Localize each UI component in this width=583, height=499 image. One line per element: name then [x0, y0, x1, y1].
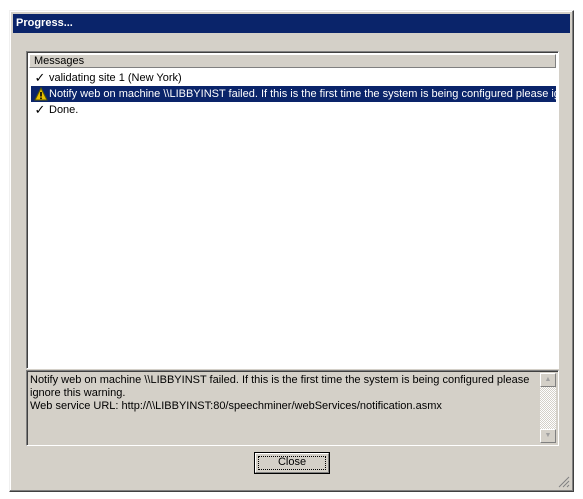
message-detail-text[interactable]: Notify web on machine \\LIBBYINST failed…	[30, 374, 538, 442]
scroll-up-button[interactable]: ▲	[540, 373, 556, 387]
title-bar[interactable]: Progress...	[13, 14, 570, 33]
checkmark-icon: ✓	[34, 70, 46, 85]
list-item-text: validating site 1 (New York)	[49, 72, 182, 84]
list-item-text: Done.	[49, 104, 79, 116]
column-header-messages[interactable]: Messages	[29, 54, 556, 68]
scroll-track[interactable]	[540, 387, 556, 429]
scroll-down-button[interactable]: ▼	[540, 429, 556, 443]
resize-grip-icon[interactable]	[558, 476, 570, 488]
message-detail-box[interactable]: Notify web on machine \\LIBBYINST failed…	[26, 370, 559, 446]
window-title: Progress...	[16, 17, 73, 29]
vertical-scrollbar[interactable]: ▲ ▼	[540, 373, 556, 443]
warning-icon	[33, 86, 48, 102]
list-item[interactable]: ✓ validating site 1 (New York)	[31, 70, 556, 86]
list-item-text: Notify web on machine \\LIBBYINST failed…	[49, 88, 556, 100]
close-button[interactable]: Close	[254, 452, 330, 474]
progress-dialog: Progress... Messages ✓ validating site 1…	[9, 10, 574, 492]
checkmark-icon: ✓	[34, 102, 46, 117]
list-item-selected[interactable]: Notify web on machine \\LIBBYINST failed…	[31, 86, 556, 102]
close-button-label: Close	[277, 456, 307, 468]
messages-list[interactable]: Messages ✓ validating site 1 (New York) …	[26, 51, 559, 369]
list-item[interactable]: ✓ Done.	[31, 102, 556, 118]
